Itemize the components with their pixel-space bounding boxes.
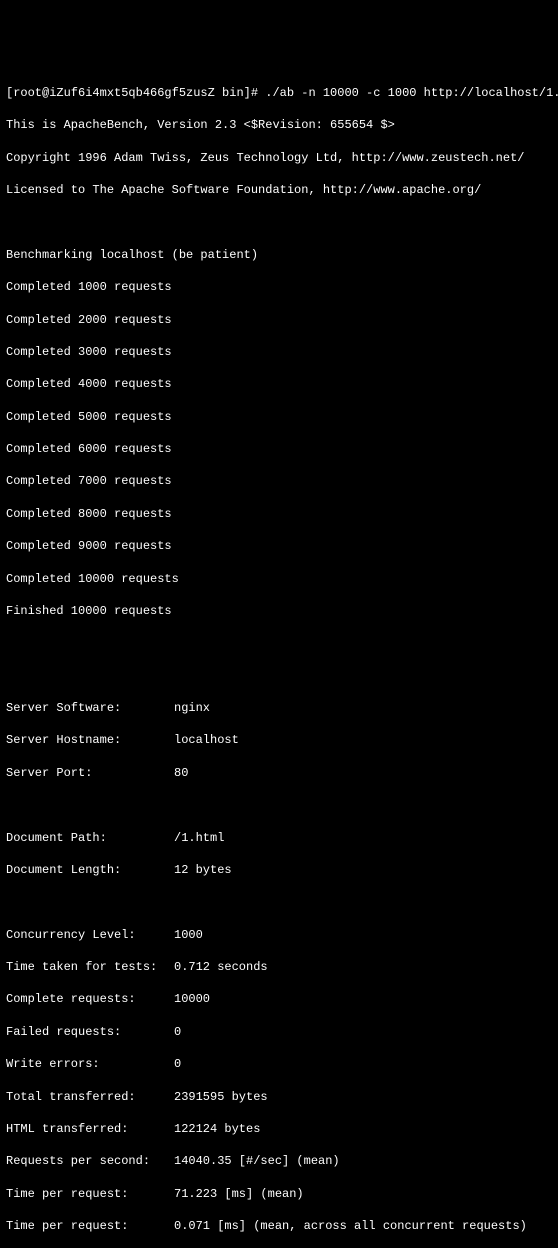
terminal-output: [root@iZuf6i4mxt5qb466gf5zusZ bin]# ./ab…: [6, 69, 552, 1248]
result-row: Complete requests:10000: [6, 991, 552, 1007]
result-value: 0.071 [ms] (mean, across all concurrent …: [174, 1218, 552, 1234]
progress-line: Finished 10000 requests: [6, 603, 552, 619]
result-value: 10000: [174, 991, 552, 1007]
result-row: Document Length:12 bytes: [6, 862, 552, 878]
result-row: Time per request:0.071 [ms] (mean, acros…: [6, 1218, 552, 1234]
result-row: HTML transferred:122124 bytes: [6, 1121, 552, 1137]
benchmark-line: Benchmarking localhost (be patient): [6, 247, 552, 263]
result-label: Requests per second:: [6, 1153, 174, 1169]
result-label: Complete requests:: [6, 991, 174, 1007]
blank-line: [6, 635, 552, 651]
progress-line: Completed 10000 requests: [6, 571, 552, 587]
result-value: /1.html: [174, 830, 552, 846]
result-row: Total transferred:2391595 bytes: [6, 1089, 552, 1105]
copyright-line: Copyright 1996 Adam Twiss, Zeus Technolo…: [6, 150, 552, 166]
blank-line: [6, 894, 552, 910]
result-row: Server Software:nginx: [6, 700, 552, 716]
result-value: 0: [174, 1024, 552, 1040]
result-label: Total transferred:: [6, 1089, 174, 1105]
result-row: Failed requests:0: [6, 1024, 552, 1040]
result-value: 2391595 bytes: [174, 1089, 552, 1105]
result-row: Write errors:0: [6, 1056, 552, 1072]
result-value: 0: [174, 1056, 552, 1072]
result-label: Concurrency Level:: [6, 927, 174, 943]
result-value: 122124 bytes: [174, 1121, 552, 1137]
progress-line: Completed 6000 requests: [6, 441, 552, 457]
result-row: Document Path:/1.html: [6, 830, 552, 846]
result-row: Concurrency Level:1000: [6, 927, 552, 943]
progress-line: Completed 8000 requests: [6, 506, 552, 522]
result-label: Server Port:: [6, 765, 174, 781]
result-label: Time taken for tests:: [6, 959, 174, 975]
result-label: Failed requests:: [6, 1024, 174, 1040]
result-label: Document Length:: [6, 862, 174, 878]
tool-version: This is ApacheBench, Version 2.3 <$Revis…: [6, 117, 552, 133]
result-row: Server Port:80: [6, 765, 552, 781]
result-value: 80: [174, 765, 552, 781]
blank-line: [6, 214, 552, 230]
result-value: nginx: [174, 700, 552, 716]
result-label: Server Software:: [6, 700, 174, 716]
result-label: Time per request:: [6, 1186, 174, 1202]
result-value: localhost: [174, 732, 552, 748]
result-value: 14040.35 [#/sec] (mean): [174, 1153, 552, 1169]
copyright-line: Licensed to The Apache Software Foundati…: [6, 182, 552, 198]
result-row: Requests per second:14040.35 [#/sec] (me…: [6, 1153, 552, 1169]
result-value: 0.712 seconds: [174, 959, 552, 975]
result-row: Time taken for tests:0.712 seconds: [6, 959, 552, 975]
result-value: 1000: [174, 927, 552, 943]
progress-line: Completed 2000 requests: [6, 312, 552, 328]
progress-line: Completed 5000 requests: [6, 409, 552, 425]
result-label: Write errors:: [6, 1056, 174, 1072]
result-label: Server Hostname:: [6, 732, 174, 748]
progress-line: Completed 4000 requests: [6, 376, 552, 392]
result-row: Server Hostname:localhost: [6, 732, 552, 748]
progress-line: Completed 1000 requests: [6, 279, 552, 295]
result-value: 12 bytes: [174, 862, 552, 878]
result-label: Time per request:: [6, 1218, 174, 1234]
result-value: 71.223 [ms] (mean): [174, 1186, 552, 1202]
progress-line: Completed 3000 requests: [6, 344, 552, 360]
blank-line: [6, 668, 552, 684]
result-row: Time per request:71.223 [ms] (mean): [6, 1186, 552, 1202]
result-label: Document Path:: [6, 830, 174, 846]
progress-line: Completed 7000 requests: [6, 473, 552, 489]
progress-line: Completed 9000 requests: [6, 538, 552, 554]
result-label: HTML transferred:: [6, 1121, 174, 1137]
shell-prompt[interactable]: [root@iZuf6i4mxt5qb466gf5zusZ bin]# ./ab…: [6, 85, 552, 101]
blank-line: [6, 797, 552, 813]
